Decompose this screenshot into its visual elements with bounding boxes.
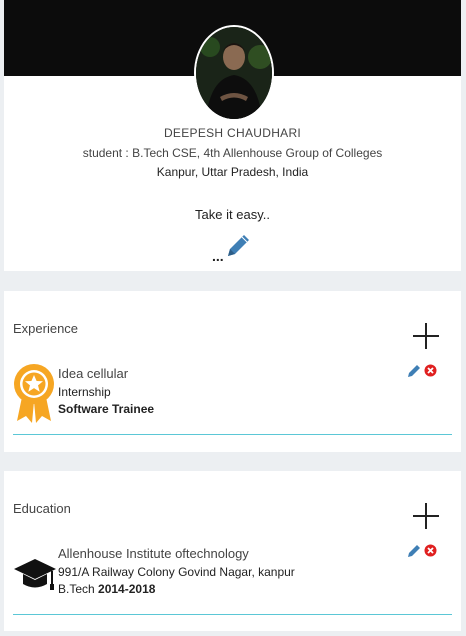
profile-status: Take it easy.. (195, 207, 270, 222)
education-title: Education (13, 501, 71, 516)
more-dots: ... (212, 248, 224, 264)
experience-actions (407, 363, 437, 383)
education-institute: Allenhouse Institute oftechnology (58, 546, 249, 561)
education-address: 991/A Railway Colony Govind Nagar, kanpu… (58, 565, 295, 579)
edit-education-button[interactable] (407, 543, 422, 563)
profile-headline: student : B.Tech CSE, 4th Allenhouse Gro… (82, 146, 383, 160)
profile-location: Kanpur, Uttar Pradesh, India (156, 165, 309, 179)
experience-card: Experience Idea cellular Internship Soft… (4, 291, 461, 452)
experience-type: Internship (58, 385, 111, 399)
graduation-cap-icon (13, 557, 57, 598)
pencil-icon[interactable] (224, 232, 252, 265)
add-education-button[interactable] (413, 503, 439, 529)
education-years: 2014-2018 (98, 582, 156, 596)
profile-card: DEEPESH CHAUDHARI student : B.Tech CSE, … (4, 0, 461, 271)
avatar[interactable] (194, 25, 274, 121)
delete-experience-button[interactable] (424, 364, 437, 382)
experience-company: Idea cellular (58, 366, 129, 381)
education-degree-line: B.Tech 2014-2018 (58, 582, 155, 596)
award-badge-icon (13, 363, 55, 430)
education-divider (13, 614, 452, 615)
add-experience-button[interactable] (413, 323, 439, 349)
experience-role: Software Trainee (58, 402, 155, 416)
education-degree: B.Tech (58, 582, 95, 596)
education-card: Education Allenhouse Institute oftechnol… (4, 471, 461, 631)
education-actions (407, 543, 437, 563)
profile-name: DEEPESH CHAUDHARI (163, 126, 302, 140)
edit-status-row[interactable]: ... (212, 232, 252, 265)
delete-education-button[interactable] (424, 544, 437, 562)
experience-title: Experience (13, 321, 79, 336)
edit-experience-button[interactable] (407, 363, 422, 383)
experience-divider (13, 434, 452, 435)
